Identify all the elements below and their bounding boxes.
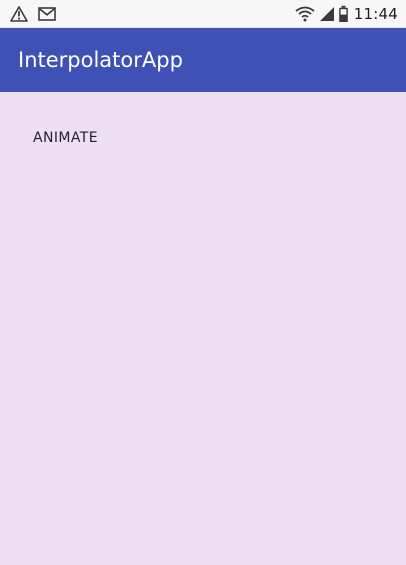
status-time: 11:44: [353, 5, 398, 23]
main-content: ANIMATE: [0, 92, 406, 565]
app-title: InterpolatorApp: [18, 48, 183, 72]
status-bar: 11:44: [0, 0, 406, 28]
phone-screen: 11:44 InterpolatorApp ANIMATE: [0, 0, 406, 565]
status-bar-right: 11:44: [294, 4, 398, 24]
status-bar-left: [10, 5, 56, 23]
app-bar: InterpolatorApp: [0, 28, 406, 92]
wifi-icon: [294, 5, 316, 23]
battery-icon: [338, 5, 349, 23]
mail-icon: [38, 7, 56, 21]
warning-icon: [10, 6, 28, 22]
animate-button[interactable]: ANIMATE: [18, 120, 118, 156]
signal-icon: [319, 6, 335, 22]
